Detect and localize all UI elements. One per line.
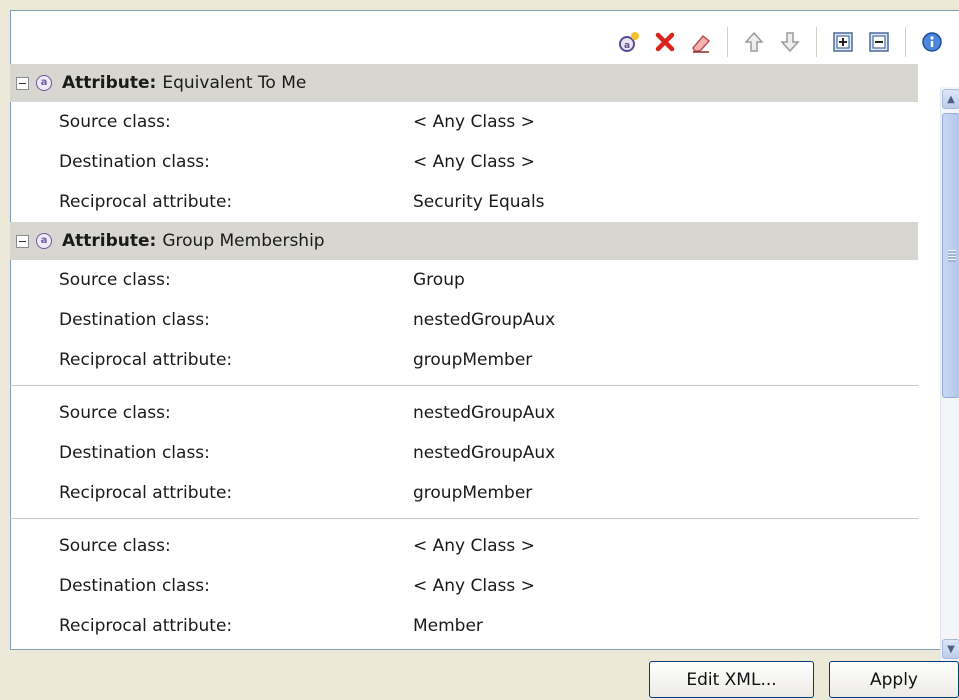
new-attribute-icon[interactable]: a (615, 28, 643, 56)
scroll-thumb[interactable] (942, 113, 959, 398)
expand-all-icon[interactable] (829, 28, 857, 56)
row-label: Reciprocal attribute: (59, 350, 233, 370)
table-row[interactable]: Source class: < Any Class > (10, 526, 918, 566)
row-value: Group (413, 270, 465, 290)
apply-button[interactable]: Apply (829, 661, 959, 698)
group-header-equivalent-to-me[interactable]: a Attribute: Equivalent To Me (10, 64, 918, 102)
row-label: Reciprocal attribute: (59, 616, 233, 636)
table-row[interactable]: Destination class: nestedGroupAux (10, 300, 918, 340)
row-value: < Any Class > (413, 112, 535, 132)
svg-text:a: a (624, 41, 630, 51)
row-value: groupMember (413, 483, 533, 503)
entry-divider (10, 385, 918, 386)
table-row[interactable]: Reciprocal attribute: groupMember (10, 340, 918, 380)
row-value: < Any Class > (413, 536, 535, 556)
collapse-all-icon[interactable] (865, 28, 893, 56)
row-value: groupMember (413, 350, 533, 370)
group-name: Group Membership (162, 231, 325, 251)
info-icon[interactable] (918, 28, 946, 56)
row-label: Destination class: (59, 310, 210, 330)
row-value: nestedGroupAux (413, 310, 556, 330)
group-key: Attribute: (62, 231, 157, 251)
move-up-icon[interactable] (740, 28, 768, 56)
edit-xml-button[interactable]: Edit XML... (649, 661, 814, 698)
vertical-scrollbar[interactable]: ▲ ▼ (940, 87, 959, 661)
row-value: < Any Class > (413, 576, 535, 596)
move-down-icon[interactable] (776, 28, 804, 56)
table-row[interactable]: Source class: < Any Class > (10, 102, 918, 142)
eraser-icon[interactable] (687, 28, 715, 56)
row-value: nestedGroupAux (413, 443, 556, 463)
toolbar-separator (816, 27, 817, 57)
row-value: Security Equals (413, 192, 545, 212)
row-label: Reciprocal attribute: (59, 483, 233, 503)
collapse-toggle-icon[interactable] (16, 76, 29, 90)
toolbar-separator (727, 27, 728, 57)
table-row[interactable]: Reciprocal attribute: groupMember (10, 473, 918, 513)
attribute-list: a Attribute: Equivalent To Me Source cla… (10, 64, 918, 648)
group-name: Equivalent To Me (162, 73, 307, 93)
table-row[interactable]: Source class: nestedGroupAux (10, 393, 918, 433)
scroll-up-icon[interactable]: ▲ (942, 89, 959, 109)
row-label: Destination class: (59, 152, 210, 172)
delete-icon[interactable] (651, 28, 679, 56)
table-row[interactable]: Reciprocal attribute: Member (10, 606, 918, 646)
attribute-icon: a (36, 75, 52, 91)
row-label: Destination class: (59, 443, 210, 463)
scroll-grip (948, 250, 956, 262)
row-value: Member (413, 616, 483, 636)
table-row[interactable]: Reciprocal attribute: Security Equals (10, 182, 918, 222)
row-label: Source class: (59, 403, 171, 423)
row-label: Source class: (59, 112, 171, 132)
entry-divider (10, 518, 918, 519)
row-value: < Any Class > (413, 152, 535, 172)
group-key: Attribute: (62, 73, 157, 93)
row-label: Source class: (59, 270, 171, 290)
table-row[interactable]: Destination class: < Any Class > (10, 566, 918, 606)
collapse-toggle-icon[interactable] (16, 234, 29, 248)
row-label: Reciprocal attribute: (59, 192, 233, 212)
scroll-down-icon[interactable]: ▼ (942, 639, 959, 659)
row-value: nestedGroupAux (413, 403, 556, 423)
table-row[interactable]: Destination class: nestedGroupAux (10, 433, 918, 473)
attribute-icon: a (36, 233, 52, 249)
toolbar-separator (905, 27, 906, 57)
table-row[interactable]: Source class: Group (10, 260, 918, 300)
table-row[interactable]: Destination class: < Any Class > (10, 142, 918, 182)
group-header-group-membership[interactable]: a Attribute: Group Membership (10, 222, 918, 260)
row-label: Source class: (59, 536, 171, 556)
row-label: Destination class: (59, 576, 210, 596)
